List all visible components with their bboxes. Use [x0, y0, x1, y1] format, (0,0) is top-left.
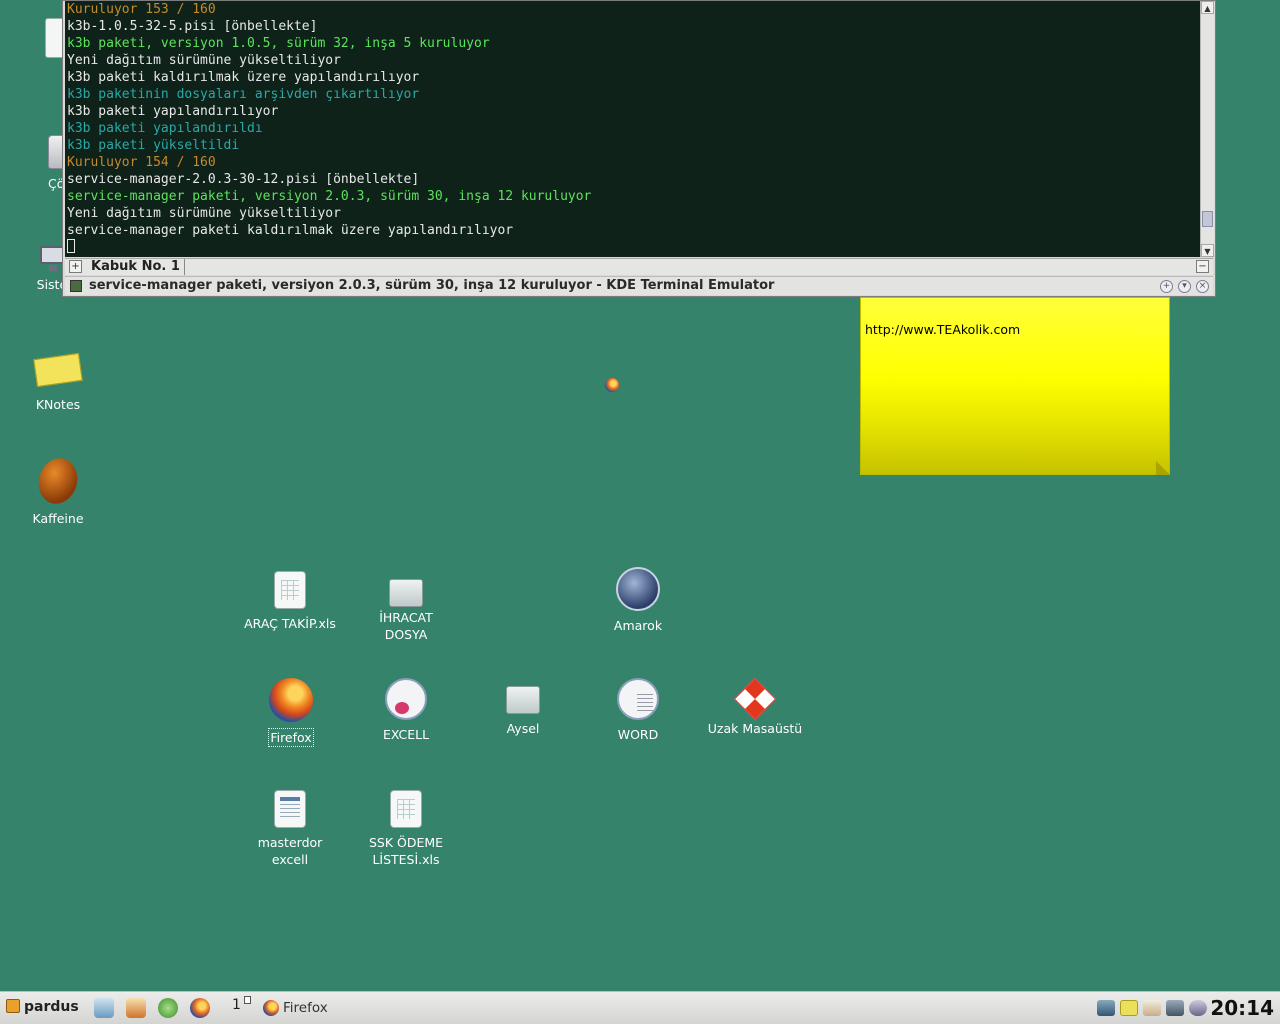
terminal-app-icon[interactable]	[70, 280, 82, 292]
knotes-tray-icon[interactable]	[1120, 1000, 1138, 1016]
desktop-icon-label: SSK ÖDEME LİSTESİ.xls	[368, 835, 444, 867]
start-menu-button[interactable]: pardus	[6, 999, 79, 1015]
terminal-line: Yeni dağıtım sürümüne yükseltiliyor	[67, 53, 341, 68]
firefox-icon	[263, 1000, 279, 1016]
desktop-icon-label: İHRACAT DOSYA	[379, 610, 433, 642]
desktop-icon-arac-takip[interactable]: ARAÇ TAKİP.xls	[235, 571, 345, 632]
desktop-icon-label: masterdor excell	[257, 835, 323, 867]
terminal-line: k3b paketi kaldırılmak üzere yapılandırı…	[67, 70, 420, 85]
calc-document-icon	[385, 678, 427, 720]
desktop-icon-ssk[interactable]: SSK ÖDEME LİSTESİ.xls	[351, 790, 461, 868]
terminal-line: k3b-1.0.5-32-5.pisi [önbellekte]	[67, 19, 318, 34]
power-icon[interactable]	[1189, 1000, 1207, 1016]
desktop-icon-excell[interactable]: EXCELL	[351, 678, 461, 743]
note-resize-corner[interactable]	[1156, 461, 1170, 475]
desktop-icon-knotes[interactable]: KNotes	[3, 350, 113, 413]
speaker-icon[interactable]	[1097, 1000, 1115, 1016]
window-titlebar[interactable]: service-manager paketi, versiyon 2.0.3, …	[65, 276, 1213, 295]
terminal-window[interactable]: Kuruluyor 153 / 160 k3b-1.0.5-32-5.pisi […	[62, 0, 1216, 297]
terminal-line: service-manager paketi kaldırılmak üzere…	[67, 223, 514, 238]
terminal-line: service-manager-2.0.3-30-12.pisi [önbell…	[67, 172, 420, 187]
desktop-icon-label: KNotes	[35, 397, 81, 412]
terminal-line: Yeni dağıtım sürümüne yükseltiliyor	[67, 206, 341, 221]
terminal-scrollbar[interactable]: ▲ ▼	[1200, 1, 1214, 257]
start-menu-label: pardus	[24, 999, 79, 1015]
desktop-icon-amarok[interactable]: Amarok	[583, 567, 693, 634]
terminal-line: k3b paketi, versiyon 1.0.5, sürüm 32, in…	[67, 36, 490, 51]
desktop-icon-label: Firefox	[268, 728, 314, 747]
writer-document-icon	[617, 678, 659, 720]
document-icon	[274, 790, 306, 828]
taskbar-task-firefox[interactable]: Firefox	[259, 996, 328, 1020]
terminal-line: k3b paketi yükseltildi	[67, 138, 240, 153]
home-folder-icon[interactable]	[126, 998, 146, 1018]
minimize-icon[interactable]: ▾	[1178, 280, 1191, 293]
firefox-icon	[269, 678, 313, 722]
window-title: service-manager paketi, versiyon 2.0.3, …	[89, 278, 775, 293]
firefox-launcher-icon[interactable]	[190, 998, 210, 1018]
scroll-down-arrow-icon[interactable]: ▼	[1201, 244, 1214, 257]
desktop-icon-label: Aysel	[506, 721, 540, 736]
sticky-note[interactable]: http://www.TEAkolik.com	[860, 297, 1170, 475]
desktop-pager-preview[interactable]	[244, 996, 251, 1004]
desktop-icon-label: ARAÇ TAKİP.xls	[244, 616, 336, 631]
note-text[interactable]: http://www.TEAkolik.com	[865, 322, 1020, 337]
desktop-icon-ihracat[interactable]: İHRACAT DOSYA	[351, 571, 461, 643]
close-icon[interactable]: ×	[1196, 280, 1209, 293]
spreadsheet-icon	[390, 790, 422, 828]
firefox-small-icon[interactable]	[605, 378, 619, 392]
desktop-icon-label: Uzak Masaüstü	[707, 721, 803, 736]
terminal-tab-bar: + Kabuk No. 1 −	[65, 258, 1213, 275]
desktop-icon-kaffeine[interactable]: Kaffeine	[3, 453, 113, 527]
desktop-icon-label: WORD	[617, 727, 659, 742]
coffee-bean-icon	[33, 453, 83, 509]
network-icon[interactable]	[1166, 1000, 1184, 1016]
spreadsheet-icon	[274, 571, 306, 609]
terminal-cursor	[67, 239, 75, 253]
desktop-pager-1[interactable]: 1	[232, 997, 241, 1013]
desktop-icon-label: EXCELL	[382, 727, 430, 742]
remote-desktop-icon	[733, 677, 777, 721]
close-tab-icon[interactable]: −	[1196, 260, 1209, 273]
desktop-icon-masterdor[interactable]: masterdor excell	[235, 790, 345, 868]
clock[interactable]: 20:14	[1210, 996, 1274, 1020]
folder-icon	[506, 686, 540, 714]
amarok-wolf-icon	[616, 567, 660, 611]
keep-above-icon[interactable]: +	[1160, 280, 1173, 293]
terminal-line: k3b paketi yapılandırılıyor	[67, 104, 279, 119]
terminal-cursor-line	[67, 239, 1201, 256]
terminal-line: Kuruluyor 154 / 160	[67, 155, 216, 170]
package-manager-icon[interactable]	[94, 998, 114, 1018]
tab-shell-1[interactable]: Kabuk No. 1	[87, 259, 185, 275]
new-tab-icon[interactable]: +	[69, 260, 82, 273]
desktop-icon-label: Amarok	[613, 618, 663, 633]
terminal-line: k3b paketi yapılandırıldı	[67, 121, 263, 136]
notes-icon	[33, 350, 83, 388]
terminal-line: k3b paketinin dosyaları arşivden çıkartı…	[67, 87, 420, 102]
desktop-icon-uzak-masaustu[interactable]: Uzak Masaüstü	[700, 677, 810, 737]
desktop-icon-aysel[interactable]: Aysel	[468, 678, 578, 737]
task-label: Firefox	[283, 1000, 328, 1016]
taskbar: pardus 1 Firefox 20:14	[0, 991, 1280, 1024]
terminal-output[interactable]: Kuruluyor 153 / 160 k3b-1.0.5-32-5.pisi […	[65, 1, 1201, 257]
desktop-icon-word[interactable]: WORD	[583, 678, 693, 743]
desktop-icon-firefox[interactable]: Firefox	[236, 678, 346, 747]
pardus-logo-icon	[6, 999, 20, 1013]
scrollbar-thumb[interactable]	[1202, 211, 1213, 227]
folder-icon	[389, 579, 423, 607]
terminal-line: Kuruluyor 153 / 160	[67, 2, 216, 17]
scroll-up-arrow-icon[interactable]: ▲	[1201, 1, 1214, 14]
desktop-icon-label: Kaffeine	[32, 511, 84, 526]
clipboard-icon[interactable]	[1143, 1000, 1161, 1016]
settings-gear-icon[interactable]	[158, 998, 178, 1018]
terminal-line: service-manager paketi, versiyon 2.0.3, …	[67, 189, 592, 204]
